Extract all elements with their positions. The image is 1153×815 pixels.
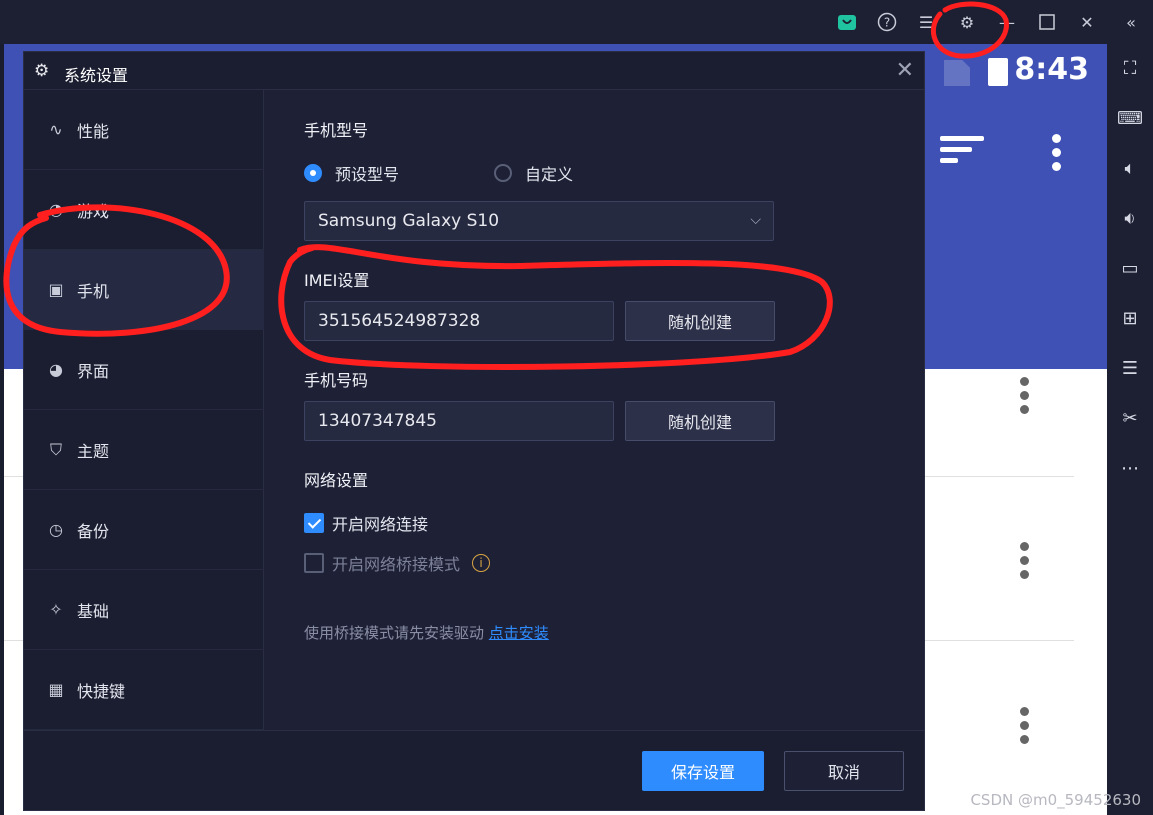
phone-number-label: 手机号码 — [304, 371, 369, 390]
checkbox-label: 开启网络连接 — [332, 515, 429, 534]
volume-up-icon[interactable]: 🔈︎ — [1118, 156, 1142, 180]
sort-icon[interactable] — [940, 136, 984, 170]
status-time: 8:43 — [1014, 52, 1089, 87]
nav-item-label: 基础 — [77, 601, 110, 621]
palette-icon: ◕ — [49, 360, 63, 379]
info-icon[interactable]: i — [472, 554, 491, 572]
collapse-icon[interactable]: « — [1119, 10, 1143, 34]
gauge-icon: ◔ — [49, 200, 63, 219]
puzzle-icon: ✧ — [49, 600, 63, 619]
settings-dialog: ⚙ 系统设置 ✕ ∿ 性能 ◔ 游戏 ▣ 手机 ◕ 界面 ⛉ 主题 ◷ 备份 ✧ 基础 ▦ 快捷… — [24, 52, 924, 810]
emulator-title-bar: ? ☰ ⚙ — ✕ « — [0, 0, 1153, 44]
overflow-menu-icon[interactable] — [1052, 134, 1062, 176]
nav-item-label: 性能 — [77, 121, 110, 141]
multi-instance-icon[interactable]: ☰ — [1118, 356, 1142, 380]
cancel-button[interactable]: 取消 — [784, 751, 904, 791]
network-settings-label: 网络设置 — [304, 471, 369, 490]
dialog-header: ⚙ 系统设置 ✕ — [24, 52, 924, 90]
list-item-menu-icon[interactable] — [1020, 542, 1030, 584]
radio-dot — [304, 164, 322, 182]
apk-install-icon[interactable]: ⊞ — [1118, 306, 1142, 330]
gear-icon: ⚙ — [34, 61, 50, 81]
nav-item-interface[interactable]: ◕ 界面 — [24, 330, 264, 410]
nav-item-label: 手机 — [77, 281, 110, 301]
save-button[interactable]: 保存设置 — [642, 751, 764, 791]
radio-label: 自定义 — [525, 165, 574, 184]
dialog-title: 系统设置 — [64, 66, 129, 85]
fullscreen-icon[interactable]: ⛶ — [1118, 56, 1142, 80]
radio-label: 预设型号 — [335, 165, 400, 184]
radio-dot — [494, 164, 512, 182]
nav-item-label: 界面 — [77, 361, 110, 381]
battery-icon — [988, 58, 1008, 86]
enable-network-checkbox[interactable]: 开启网络连接 — [304, 511, 428, 535]
close-icon[interactable]: ✕ — [1075, 10, 1099, 34]
bridge-mode-checkbox[interactable]: 开启网络桥接模式 i — [304, 551, 491, 575]
settings-content: 手机型号 预设型号 自定义 Samsung Galaxy S10 ⌵ IMEI设置… — [265, 90, 924, 730]
settings-icon[interactable]: ⚙ — [955, 10, 979, 34]
radio-preset-model[interactable]: 预设型号 — [304, 161, 399, 185]
nav-item-shortcuts[interactable]: ▦ 快捷键 — [24, 650, 264, 730]
nav-item-theme[interactable]: ⛉ 主题 — [24, 410, 264, 490]
phone-number-random-button[interactable]: 随机创建 — [625, 401, 775, 441]
phone-icon: ▣ — [48, 280, 64, 299]
phone-model-label: 手机型号 — [304, 121, 369, 140]
history-icon: ◷ — [49, 520, 63, 539]
minimize-icon[interactable]: — — [995, 10, 1019, 34]
checkbox-box — [304, 553, 324, 573]
emulator-sidebar: ⛶ ⌨ 🔈︎ 🔉︎ ▭ ⊞ ☰ ✂ ⋯ — [1107, 44, 1153, 815]
nav-item-label: 快捷键 — [77, 681, 126, 701]
pulse-icon: ∿ — [49, 120, 63, 139]
screen-icon[interactable]: ▭ — [1118, 256, 1142, 280]
list-item-menu-icon[interactable] — [1020, 377, 1030, 419]
selected-model: Samsung Galaxy S10 — [318, 211, 500, 231]
nav-item-label: 备份 — [77, 521, 110, 541]
volume-down-icon[interactable]: 🔉︎ — [1118, 206, 1142, 230]
nav-item-basic[interactable]: ✧ 基础 — [24, 570, 264, 650]
install-driver-link[interactable]: 点击安装 — [489, 624, 549, 642]
list-item-menu-icon[interactable] — [1020, 707, 1030, 749]
no-sim-icon — [944, 60, 970, 86]
keyboard-icon[interactable]: ⌨ — [1117, 106, 1143, 130]
radio-custom-model[interactable]: 自定义 — [494, 161, 573, 185]
imei-random-button[interactable]: 随机创建 — [625, 301, 775, 341]
checkbox-box — [304, 513, 324, 533]
svg-text:?: ? — [884, 16, 890, 30]
shirt-icon: ⛉ — [49, 439, 62, 459]
nav-item-label: 主题 — [77, 441, 110, 461]
hint-text: 使用桥接模式请先安装驱动 — [304, 624, 485, 642]
nav-item-label: 游戏 — [77, 201, 110, 221]
imei-field[interactable] — [304, 301, 614, 341]
nav-item-phone[interactable]: ▣ 手机 — [24, 250, 264, 330]
keyboard-icon: ▦ — [48, 680, 64, 699]
screenshot-scissors-icon[interactable]: ✂ — [1118, 406, 1142, 430]
nav-item-backup[interactable]: ◷ 备份 — [24, 490, 264, 570]
dialog-close-button[interactable]: ✕ — [896, 58, 914, 83]
settings-nav: ∿ 性能 ◔ 游戏 ▣ 手机 ◕ 界面 ⛉ 主题 ◷ 备份 ✧ 基础 ▦ 快捷键 — [24, 90, 264, 730]
store-icon[interactable] — [835, 10, 859, 34]
help-icon[interactable]: ? — [875, 10, 899, 34]
menu-icon[interactable]: ☰ — [914, 10, 938, 34]
bridge-hint: 使用桥接模式请先安装驱动 点击安装 — [304, 622, 549, 643]
imei-label: IMEI设置 — [304, 271, 370, 290]
dialog-footer: 保存设置 取消 — [24, 730, 924, 810]
more-icon[interactable]: ⋯ — [1118, 456, 1142, 480]
chevron-down-icon: ⌵ — [750, 212, 761, 228]
maximize-icon[interactable] — [1035, 10, 1059, 34]
phone-model-select[interactable]: Samsung Galaxy S10 ⌵ — [304, 201, 774, 241]
checkbox-label: 开启网络桥接模式 — [332, 555, 461, 574]
watermark: CSDN @m0_59452630 — [970, 791, 1141, 809]
phone-number-field[interactable] — [304, 401, 614, 441]
nav-item-game[interactable]: ◔ 游戏 — [24, 170, 264, 250]
nav-item-performance[interactable]: ∿ 性能 — [24, 90, 264, 170]
